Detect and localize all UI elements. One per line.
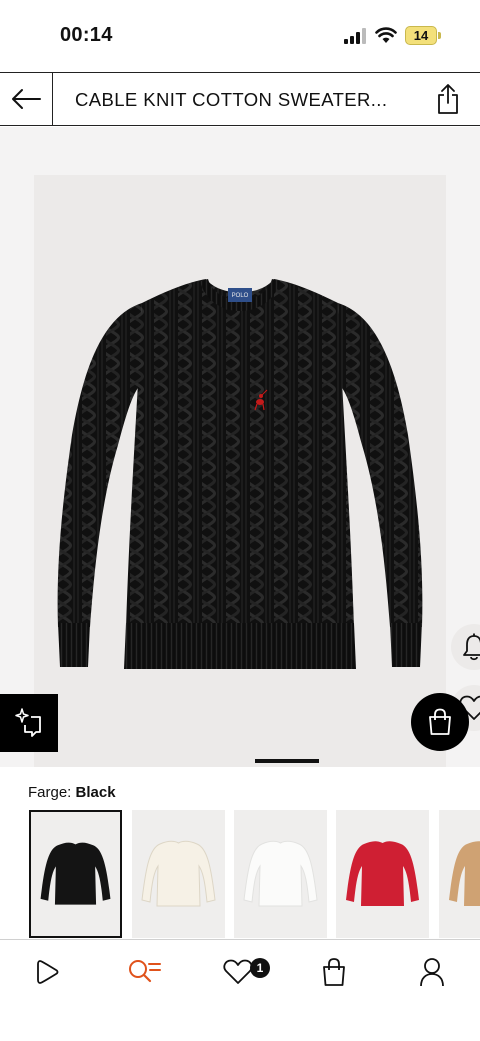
notify-button[interactable] (451, 624, 480, 670)
battery-nub (438, 32, 441, 39)
add-to-bag-button[interactable] (411, 693, 469, 751)
sweater-thumbnail (439, 810, 480, 938)
color-swatch-list (0, 810, 480, 942)
status-time: 00:14 (60, 24, 113, 46)
nav-profile[interactable] (412, 954, 452, 990)
bottom-navigation: 1 (0, 939, 480, 1041)
wifi-icon (375, 27, 397, 43)
visual-search-button[interactable] (0, 694, 58, 752)
heart-icon (223, 959, 253, 984)
product-gallery[interactable]: POLO (0, 127, 480, 767)
gallery-indicator (255, 759, 319, 763)
bell-icon (463, 633, 480, 661)
sweater-image: POLO (57, 279, 423, 669)
signal-icon (344, 28, 366, 44)
swatch-cream[interactable] (132, 810, 225, 938)
swatch-red[interactable] (336, 810, 429, 938)
swatch-black[interactable] (29, 810, 122, 938)
sweater-thumbnail (234, 810, 327, 938)
color-label: Farge: Black (28, 784, 116, 801)
nav-bag[interactable] (314, 954, 354, 990)
brand-tag-label: POLO (232, 293, 249, 299)
swatch-camel[interactable] (439, 810, 480, 938)
shopping-bag-icon (429, 708, 451, 735)
back-button[interactable] (0, 73, 53, 125)
nav-search[interactable] (124, 954, 164, 990)
search-icon (129, 960, 161, 983)
play-icon (37, 960, 59, 984)
user-icon (420, 958, 444, 987)
status-bar: 00:14 14 (0, 0, 480, 72)
sweater-thumbnail (132, 810, 225, 938)
share-button[interactable] (430, 81, 466, 117)
wishlist-count-badge: 1 (250, 958, 270, 978)
battery-indicator: 14 (405, 26, 437, 45)
page-title: CABLE KNIT COTTON SWEATER... (75, 89, 388, 110)
product-image[interactable]: POLO (34, 175, 480, 767)
arrow-left-icon (12, 89, 41, 109)
product-header: CABLE KNIT COTTON SWEATER... (0, 72, 480, 126)
shopping-bag-icon (323, 958, 345, 986)
nav-play[interactable] (28, 954, 68, 990)
share-icon (438, 84, 458, 114)
swatch-white[interactable] (234, 810, 327, 938)
sweater-thumbnail (336, 810, 429, 938)
color-label-prefix: Farge: (28, 784, 72, 801)
selected-color-name: Black (75, 784, 116, 801)
sweater-thumbnail (31, 812, 120, 936)
sparkle-search-icon (15, 708, 41, 737)
